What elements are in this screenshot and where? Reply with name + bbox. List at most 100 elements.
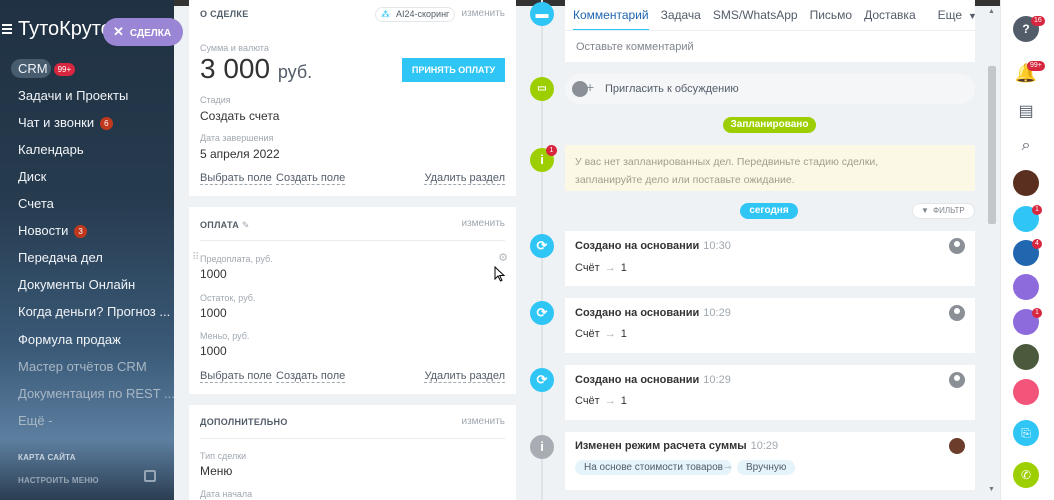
card-title-text: ОПЛАТА	[200, 220, 240, 230]
sidebar-counter: 3	[74, 225, 87, 239]
planned-pill: Запланировано	[723, 117, 816, 133]
less-value[interactable]: 1000	[200, 344, 227, 358]
sidebar-item-documents[interactable]: Документы Онлайн	[18, 277, 135, 292]
chevron-down-icon[interactable]: ▼	[968, 11, 977, 21]
tab-task[interactable]: Задача	[661, 8, 701, 22]
payment-card: ОПЛАТА ✎ изменить ⠿ Предоплата, руб. ⚙ 1…	[189, 207, 516, 394]
documents-icon[interactable]: ⎘	[1013, 420, 1039, 446]
avatar[interactable]	[1013, 379, 1039, 405]
create-deal-button[interactable]: ✕ СДЕЛКА	[103, 18, 183, 46]
planned-badge: 1	[546, 145, 557, 156]
entry-from: Счёт	[575, 328, 600, 340]
trash-icon[interactable]	[144, 470, 156, 482]
timeline-entry[interactable]: Создано на основании 10:29 Счёт → 1	[565, 365, 975, 420]
sidebar-item-tasks[interactable]: Задачи и Проекты	[18, 88, 128, 103]
bell-badge: 99+	[1027, 61, 1045, 71]
entry-title: Изменен режим расчета суммы 10:29	[575, 440, 778, 452]
tab-delivery[interactable]: Доставка	[864, 8, 916, 22]
filter-button[interactable]: ▼ ФИЛЬТР	[912, 203, 975, 219]
create-field-link[interactable]: Создать поле	[276, 370, 346, 383]
sidebar-item-rest-docs[interactable]: Документация по REST ...	[18, 386, 174, 401]
menu-icon[interactable]	[2, 24, 12, 34]
mouse-cursor-icon	[494, 266, 505, 282]
scroll-up-icon[interactable]: ▲	[988, 8, 995, 15]
tab-email[interactable]: Письмо	[810, 8, 853, 22]
avatar[interactable]	[1013, 344, 1039, 370]
user-icon[interactable]	[949, 372, 965, 388]
search-icon[interactable]: ⌕	[1013, 133, 1039, 159]
select-field-link[interactable]: Выбрать поле	[200, 172, 272, 185]
delete-section-link[interactable]: Удалить раздел	[424, 172, 505, 185]
arrow-right-icon: →	[604, 262, 616, 274]
tab-comment[interactable]: Комментарий	[573, 8, 649, 31]
sidebar-item-forecast[interactable]: Когда деньги? Прогноз ...	[18, 304, 170, 319]
entry-time: 10:29	[703, 307, 731, 319]
sidebar-item-formula[interactable]: Формула продаж	[18, 332, 121, 347]
gear-icon[interactable]: ⚙	[498, 251, 508, 264]
entry-to: 1	[620, 262, 627, 274]
tab-sms[interactable]: SMS/WhatsApp	[713, 8, 798, 22]
drag-handle-icon[interactable]: ⠿	[192, 252, 199, 263]
sidebar-item-handover[interactable]: Передача дел	[18, 250, 103, 265]
help-badge: 16	[1031, 16, 1045, 26]
avatar-badge: 1	[1032, 308, 1042, 318]
change-link[interactable]: изменить	[461, 8, 505, 19]
scroll-down-icon[interactable]: ▼	[988, 486, 995, 493]
pencil-icon[interactable]: ✎	[242, 220, 250, 230]
create-field-link[interactable]: Создать поле	[276, 172, 346, 185]
avatar-badge: 1	[1032, 205, 1042, 215]
avatar[interactable]	[1013, 170, 1039, 196]
sidebar-item-disk[interactable]: Диск	[18, 169, 46, 184]
configure-menu-link[interactable]: НАСТРОИТЬ МЕНЮ	[18, 476, 99, 485]
entry-from: Счёт	[575, 262, 600, 274]
divider	[200, 240, 505, 241]
field-label: Дата завершения	[200, 133, 274, 143]
delete-section-link[interactable]: Удалить раздел	[424, 370, 505, 383]
plus-icon: +	[586, 79, 595, 95]
sidebar-item-reports[interactable]: Мастер отчётов CRM	[18, 359, 147, 374]
sidebar-item-calendar[interactable]: Календарь	[18, 142, 84, 157]
entry-title-text: Создано на основании	[575, 307, 700, 319]
accept-payment-button[interactable]: ПРИНЯТЬ ОПЛАТУ	[402, 58, 505, 82]
messages-icon[interactable]: ▤	[1013, 99, 1039, 125]
scoring-badge[interactable]: ⁂ AI24-скоринг	[375, 7, 456, 22]
change-link[interactable]: изменить	[461, 416, 505, 427]
rest-value[interactable]: 1000	[200, 306, 227, 320]
sidebar-item-chat[interactable]: Чат и звонки 6	[18, 115, 113, 131]
sidebar-item-news[interactable]: Новости 3	[18, 223, 87, 239]
phone-icon[interactable]: ✆	[1013, 462, 1039, 488]
sync-icon: ⟳	[530, 368, 554, 392]
scrollbar[interactable]	[988, 66, 996, 224]
sidebar-item-label: Чат и звонки	[18, 115, 95, 130]
avatar[interactable]	[949, 438, 965, 454]
select-field-link[interactable]: Выбрать поле	[200, 370, 272, 383]
comment-editor: Комментарий Задача SMS/WhatsApp Письмо Доста…	[565, 0, 977, 62]
sidebar-item-more[interactable]: Ещё -	[18, 413, 53, 428]
amount-number: 3 000	[200, 53, 271, 84]
stage-value[interactable]: Создать счета	[200, 109, 279, 123]
avatar[interactable]	[1013, 274, 1039, 300]
close-date-value[interactable]: 5 апреля 2022	[200, 147, 280, 161]
timeline-entry[interactable]: Изменен режим расчета суммы 10:29 На осно…	[565, 432, 975, 490]
planned-notice: У вас нет запланированных дел. Передвинь…	[565, 145, 975, 191]
entry-title-text: Создано на основании	[575, 374, 700, 386]
filter-icon: ▼	[921, 206, 929, 215]
user-icon[interactable]	[949, 238, 965, 254]
invite-row[interactable]: + Пригласить к обсуждению	[565, 74, 975, 104]
change-link[interactable]: изменить	[461, 218, 505, 229]
amount-value: 3 000 руб.	[200, 53, 312, 85]
sitemap-link[interactable]: КАРТА САЙТА	[18, 453, 76, 462]
mode-to-tag: Вручную	[737, 460, 796, 475]
sidebar-item-crm[interactable]: CRM 99+	[18, 61, 76, 77]
deal-type-value[interactable]: Меню	[200, 464, 232, 478]
comment-input[interactable]: Оставьте комментарий	[576, 41, 694, 53]
timeline-entry[interactable]: Создано на основании 10:30 Счёт → 1	[565, 231, 975, 286]
portal-logo[interactable]: ТутоКруто	[18, 18, 112, 41]
sidebar-item-label: Новости	[18, 223, 69, 238]
user-icon[interactable]	[949, 305, 965, 321]
sidebar-item-invoices[interactable]: Счета	[18, 196, 54, 211]
timeline-entry[interactable]: Создано на основании 10:29 Счёт → 1	[565, 298, 975, 353]
prepay-value[interactable]: 1000	[200, 267, 227, 281]
tab-more[interactable]: Еще	[938, 8, 962, 22]
right-panel: ? 16 🔔 99+ ▤ ⌕ 1 4 1 ⎘ ✆	[1000, 0, 1054, 500]
